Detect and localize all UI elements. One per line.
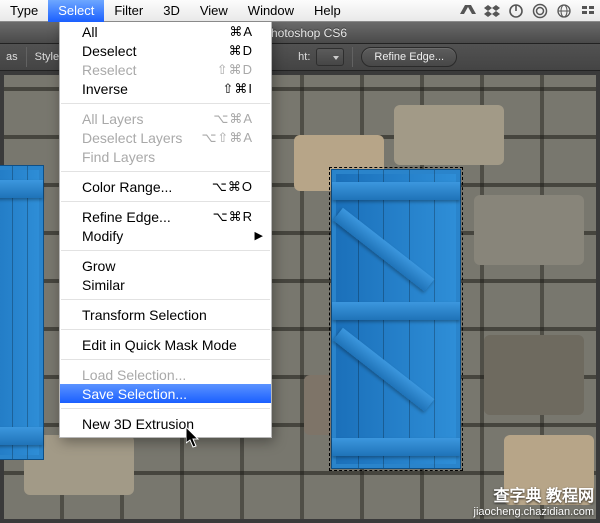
menu-item-save-selection[interactable]: Save Selection... [60,384,271,403]
menu-item-deselect-layers: Deselect Layers⌥⇧⌘A [60,128,271,147]
height-dropdown[interactable] [316,48,344,66]
menu-item-modify[interactable]: Modify▶ [60,226,271,245]
menu-item-similar[interactable]: Similar [60,275,271,294]
menu-item-shortcut: ⇧⌘I [222,81,253,97]
watermark-line2: jiaocheng.chazidian.com [474,506,594,519]
menu-item-inverse[interactable]: Inverse⇧⌘I [60,79,271,98]
menu-item-grow[interactable]: Grow [60,256,271,275]
menu-item-find-layers: Find Layers [60,147,271,166]
menu-type[interactable]: Type [0,0,48,22]
menu-separator [61,171,270,172]
menu-item-label: Similar [82,277,253,293]
menu-item-shortcut: ⌥⌘R [213,209,253,225]
menu-view[interactable]: View [190,0,238,22]
menu-help[interactable]: Help [304,0,351,22]
menu-separator [61,329,270,330]
menu-item-label: Refine Edge... [82,209,213,225]
menu-item-deselect[interactable]: Deselect⌘D [60,41,271,60]
menu-separator [61,408,270,409]
menu-filter[interactable]: Filter [104,0,153,22]
macos-menubar: Type Select Filter 3D View Window Help [0,0,600,22]
menu-item-color-range[interactable]: Color Range...⌥⌘O [60,177,271,196]
menu-item-label: Inverse [82,81,222,97]
menu-3d[interactable]: 3D [153,0,190,22]
menu-item-shortcut: ⌥⌘O [212,179,253,195]
menu-item-label: Reselect [82,62,217,78]
menu-item-label: Deselect [82,43,229,59]
menu-item-transform-selection[interactable]: Transform Selection [60,305,271,324]
options-as-label: as [6,51,18,63]
menubar-status-icons [460,0,596,22]
menu-window[interactable]: Window [238,0,304,22]
refine-edge-button[interactable]: Refine Edge... [361,47,457,67]
menu-item-shortcut: ⌥⇧⌘A [201,130,253,146]
menu-item-all[interactable]: All⌘A [60,22,271,41]
menu-item-label: All Layers [82,111,213,127]
menu-item-label: Modify [82,228,253,244]
menu-separator [61,299,270,300]
menu-item-shortcut: ⌘A [229,24,253,40]
menu-item-label: All [82,24,229,40]
cursor-pointer [186,427,202,449]
globe-icon[interactable] [556,3,572,19]
menu-item-label: Grow [82,258,253,274]
menu-item-label: Transform Selection [82,307,253,323]
options-ht-label: ht: [298,51,310,63]
menu-item-shortcut: ⌥⌘A [213,111,253,127]
select-menu-dropdown[interactable]: All⌘ADeselect⌘DReselect⇧⌘DInverse⇧⌘IAll … [59,22,272,438]
menu-item-reselect: Reselect⇧⌘D [60,60,271,79]
options-style-label: Style: [35,51,63,63]
menu-separator [61,201,270,202]
menu-item-load-selection: Load Selection... [60,365,271,384]
power-icon[interactable] [508,3,524,19]
menu-item-label: Deselect Layers [82,130,201,146]
submenu-arrow-icon: ▶ [255,229,263,242]
menu-item-label: Load Selection... [82,367,253,383]
menu-item-label: Find Layers [82,149,253,165]
menu-item-label: New 3D Extrusion [82,416,253,432]
menu-item-edit-in-quick-mask-mode[interactable]: Edit in Quick Mask Mode [60,335,271,354]
gdrive-icon[interactable] [460,3,476,19]
menu-item-refine-edge[interactable]: Refine Edge...⌥⌘R [60,207,271,226]
menu-separator [61,103,270,104]
menu-item-label: Edit in Quick Mask Mode [82,337,253,353]
menu-item-all-layers: All Layers⌥⌘A [60,109,271,128]
menu-item-label: Color Range... [82,179,212,195]
dropbox-icon[interactable] [484,3,500,19]
selection-marquee[interactable] [329,167,463,471]
creative-cloud-icon[interactable] [532,3,548,19]
menu-separator [61,250,270,251]
menu-item-label: Save Selection... [82,386,253,402]
menu-item-new-3d-extrusion[interactable]: New 3D Extrusion [60,414,271,433]
watermark-line1: 查字典 教程网 [474,488,594,506]
menu-select[interactable]: Select [48,0,104,22]
watermark: 查字典 教程网 jiaocheng.chazidian.com [474,488,594,519]
shutter-left [0,165,44,460]
menu-item-shortcut: ⌘D [229,43,253,59]
menu-item-shortcut: ⇧⌘D [217,62,253,78]
menu-separator [61,359,270,360]
notifications-icon[interactable] [580,3,596,19]
